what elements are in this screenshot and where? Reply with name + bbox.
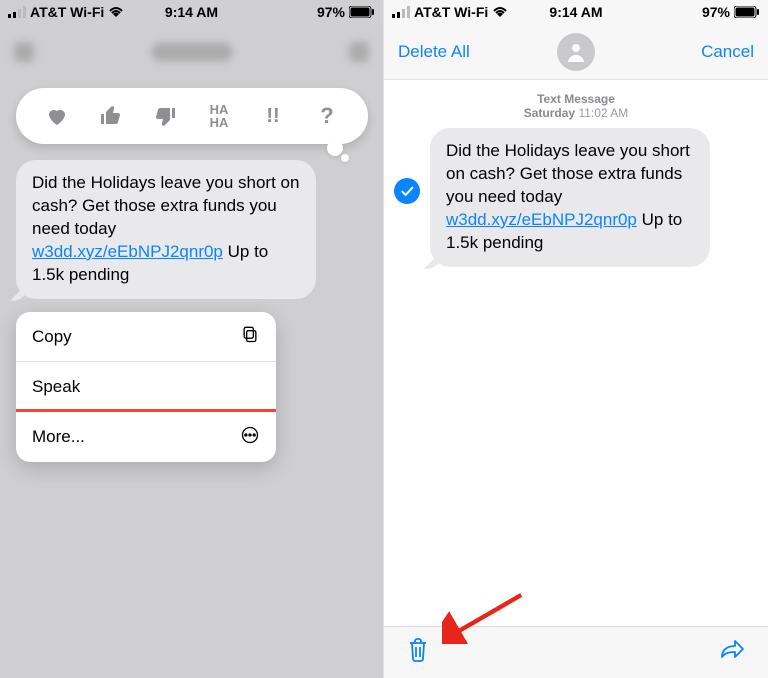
carrier-label: AT&T Wi-Fi [414, 4, 488, 20]
status-bar: AT&T Wi-Fi 9:14 AM 97% [0, 0, 383, 24]
context-menu-more[interactable]: More... [16, 409, 276, 462]
contact-avatar[interactable] [557, 33, 595, 71]
blurred-nav-header [0, 24, 383, 80]
carrier-label: AT&T Wi-Fi [30, 4, 104, 20]
thumbs-up-icon[interactable] [97, 102, 125, 130]
message-timestamp: Text Message Saturday 11:02 AM [394, 92, 758, 120]
battery-percent: 97% [317, 4, 345, 20]
signal-icon [392, 6, 410, 18]
context-menu-speak[interactable]: Speak [16, 362, 276, 412]
selection-checkmark[interactable] [394, 178, 420, 204]
more-label: More... [32, 427, 85, 447]
right-screenshot: AT&T Wi-Fi 9:14 AM 97% Delete All Cancel [384, 0, 768, 678]
message-bubble[interactable]: Did the Holidays leave you short on cash… [430, 128, 710, 267]
copy-label: Copy [32, 327, 72, 347]
context-menu: Copy Speak More... [16, 312, 276, 462]
speak-label: Speak [32, 377, 80, 397]
tapback-tail-small [341, 154, 349, 162]
bubble-tail [10, 283, 28, 301]
cancel-button[interactable]: Cancel [701, 42, 754, 62]
tapback-bar: HAHA !! ? [16, 88, 368, 144]
question-icon[interactable]: ? [313, 102, 341, 130]
wifi-icon [108, 6, 124, 18]
signal-icon [8, 6, 26, 18]
more-icon [240, 425, 260, 450]
timestamp-day: Saturday [524, 106, 575, 120]
message-link[interactable]: w3dd.xyz/eEbNPJ2qnr0p [446, 210, 637, 229]
left-screenshot: AT&T Wi-Fi 9:14 AM 97% HAHA !! ? [0, 0, 384, 678]
message-row: Did the Holidays leave you short on cash… [394, 128, 758, 267]
heart-icon[interactable] [43, 102, 71, 130]
bubble-tail [424, 251, 442, 269]
conversation-area: Text Message Saturday 11:02 AM Did the H… [384, 80, 768, 267]
trash-icon[interactable] [406, 637, 430, 668]
selection-toolbar [384, 626, 768, 678]
timestamp-time: 11:02 AM [578, 106, 628, 120]
wifi-icon [492, 6, 508, 18]
message-link[interactable]: w3dd.xyz/eEbNPJ2qnr0p [32, 242, 223, 261]
timestamp-label: Text Message [537, 92, 615, 106]
battery-icon [349, 6, 375, 18]
forward-icon[interactable] [718, 639, 746, 666]
tapback-tail [327, 140, 343, 156]
copy-icon [240, 324, 260, 349]
battery-icon [734, 6, 760, 18]
delete-all-button[interactable]: Delete All [398, 42, 470, 62]
battery-percent: 97% [702, 4, 730, 20]
message-bubble[interactable]: Did the Holidays leave you short on cash… [16, 160, 316, 299]
edit-mode-nav: Delete All Cancel [384, 24, 768, 80]
exclaim-icon[interactable]: !! [259, 102, 287, 130]
haha-icon[interactable]: HAHA [205, 102, 233, 130]
message-text-before: Did the Holidays leave you short on cash… [446, 141, 690, 206]
message-text-before: Did the Holidays leave you short on cash… [32, 173, 299, 238]
thumbs-down-icon[interactable] [151, 102, 179, 130]
context-menu-copy[interactable]: Copy [16, 312, 276, 362]
status-bar: AT&T Wi-Fi 9:14 AM 97% [384, 0, 768, 24]
